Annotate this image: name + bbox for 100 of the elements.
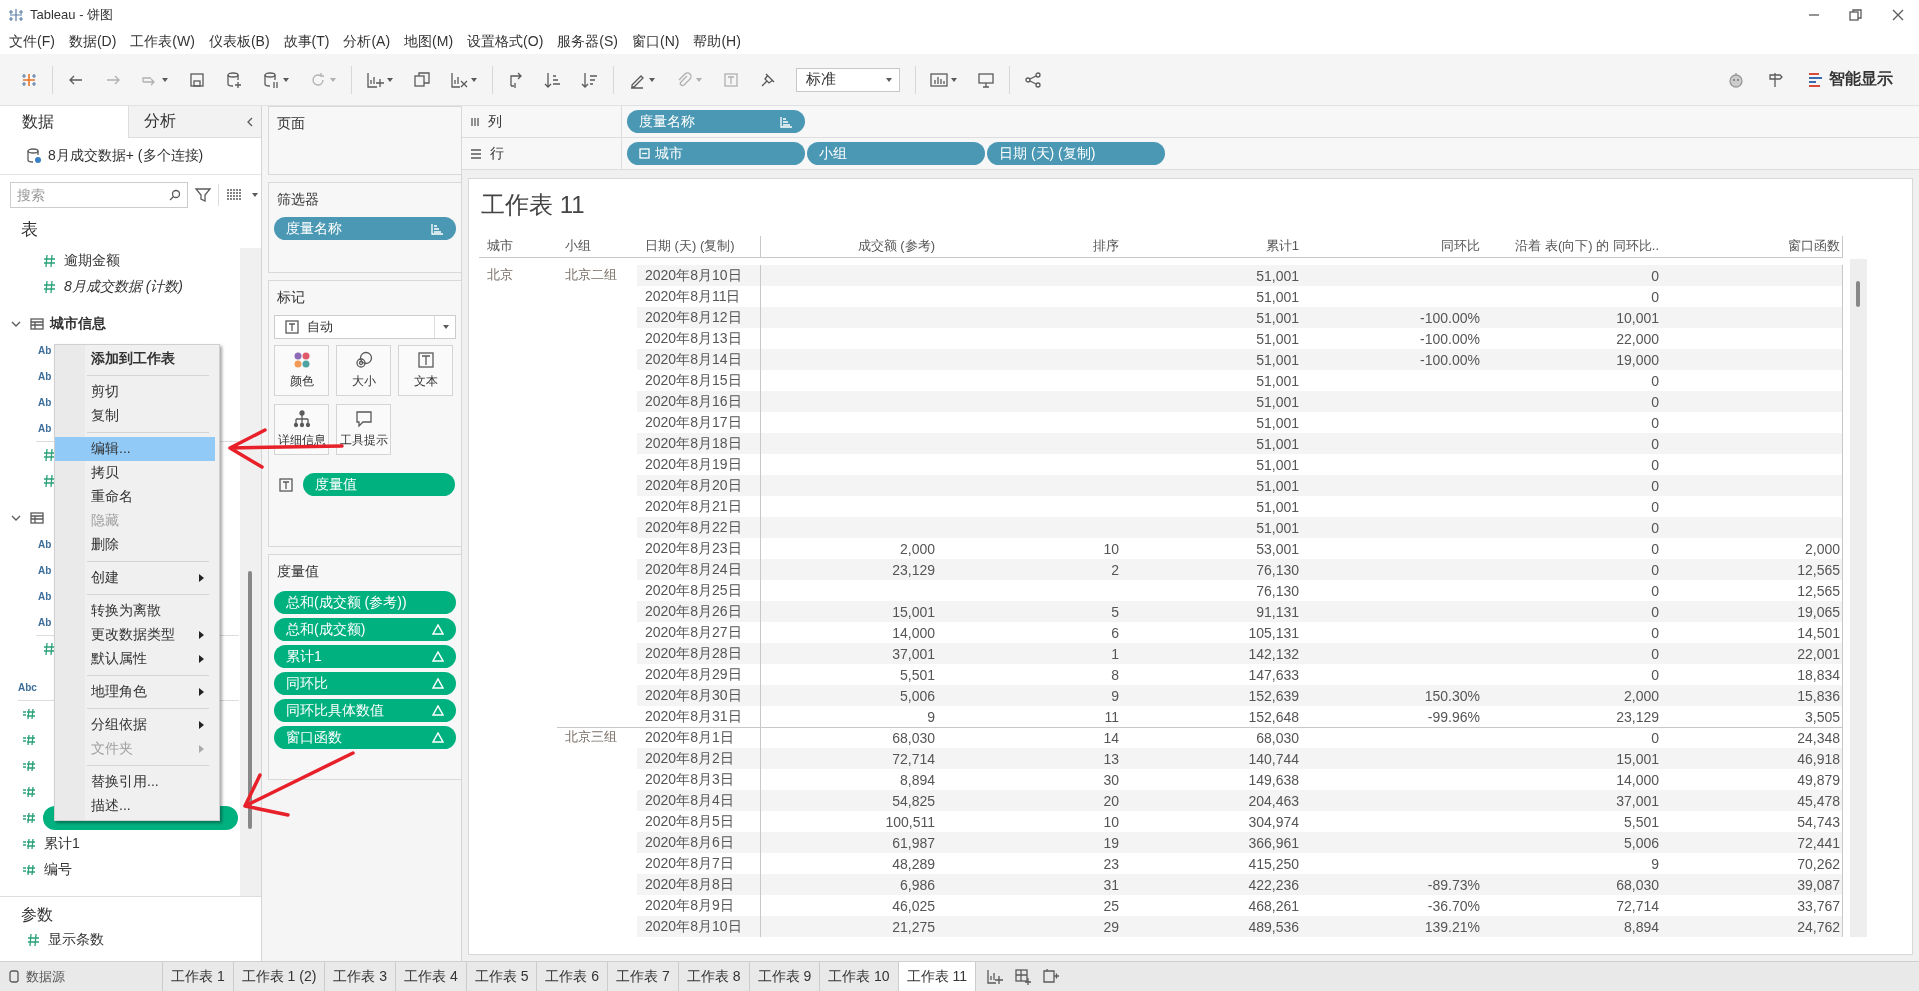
column-header[interactable]: 累计1 — [1121, 236, 1301, 258]
pause-icon[interactable] — [262, 70, 280, 89]
marks-button[interactable]: 工具提示 — [336, 404, 391, 455]
data-source-name[interactable]: 8月成交数据+ (多个连接) — [48, 147, 204, 165]
menu-item[interactable]: 重命名 — [55, 485, 215, 509]
sheet-tab[interactable]: 工作表 4 — [396, 962, 467, 991]
menu-item[interactable]: 分析(A) — [336, 33, 398, 51]
submenu-arrow-icon[interactable] — [198, 573, 205, 583]
duplicate-icon[interactable] — [413, 70, 431, 89]
column-header[interactable]: 窗口函数 — [1661, 236, 1843, 258]
sort-icon[interactable] — [430, 222, 444, 235]
column-header[interactable]: 城市 — [479, 236, 557, 258]
close-icon[interactable] — [1891, 9, 1905, 21]
search-icon[interactable] — [168, 189, 180, 201]
text-encoding-icon[interactable] — [279, 477, 293, 492]
sheet-tab[interactable]: 工作表 6 — [537, 962, 609, 991]
field-name[interactable]: 逾期金额 — [64, 252, 120, 270]
field-name[interactable]: 8月成交数据 (计数) — [64, 278, 183, 296]
sheet-tab[interactable]: 工作表 5 — [466, 962, 538, 991]
menu-item[interactable]: 故事(T) — [276, 33, 337, 51]
add-data-source-icon[interactable] — [225, 70, 243, 89]
menu-item[interactable]: 帮助(H) — [686, 33, 748, 51]
submenu-arrow-icon[interactable] — [198, 720, 205, 730]
caret-icon[interactable] — [282, 75, 290, 84]
menu-item[interactable]: 编辑... — [55, 437, 215, 461]
menu-item[interactable]: 默认属性 — [55, 647, 215, 671]
menu-item[interactable]: 描述... — [55, 794, 215, 818]
caret-icon[interactable] — [950, 75, 958, 84]
data-source-tab[interactable]: 数据源 — [0, 962, 163, 991]
fit-dropdown[interactable]: 标准 — [796, 67, 900, 92]
menu-item[interactable]: 数据(D) — [61, 33, 124, 51]
caret-icon[interactable] — [251, 191, 259, 199]
column-header[interactable]: 同环比 — [1301, 236, 1482, 258]
scrollbar-thumb[interactable] — [1856, 281, 1860, 307]
caret-icon[interactable] — [885, 75, 893, 84]
menu-item[interactable]: 复制 — [55, 404, 215, 428]
share-icon[interactable] — [1024, 70, 1042, 89]
column-header[interactable]: 排序 — [937, 236, 1121, 258]
menu-item[interactable]: 分组依据 — [55, 713, 215, 737]
marks-button[interactable]: 文本 — [398, 345, 453, 396]
marks-button[interactable]: 详细信息 — [274, 404, 329, 455]
sheet-tab[interactable]: 工作表 3 — [325, 962, 397, 991]
signpost-icon[interactable] — [1767, 70, 1785, 89]
submenu-arrow-icon[interactable] — [198, 630, 205, 640]
sheet-tab[interactable]: 工作表 1 — [163, 962, 234, 991]
new-worksheet-icon[interactable] — [986, 967, 1005, 986]
field-name[interactable]: 显示条数 — [48, 931, 104, 949]
scrollbar-thumb[interactable] — [248, 571, 252, 829]
sheet-tab[interactable]: 工作表 8 — [678, 962, 750, 991]
menu-item[interactable]: 更改数据类型 — [55, 623, 215, 647]
table-name[interactable]: 城市信息 — [50, 315, 106, 333]
sheet-tab[interactable]: 工作表 11 — [898, 962, 977, 991]
sort-ascending-icon[interactable] — [544, 70, 562, 89]
marks-button[interactable]: 颜色 — [274, 345, 329, 396]
filter-icon[interactable] — [194, 186, 212, 204]
menu-item[interactable]: 服务器(S) — [550, 33, 625, 51]
menu-item[interactable]: 地图(M) — [397, 33, 461, 51]
clear-sheet-icon[interactable] — [450, 70, 468, 89]
new-worksheet-icon[interactable] — [366, 70, 384, 89]
column-header[interactable]: 日期 (天) (复制) — [637, 236, 761, 258]
sheet-tab[interactable]: 工作表 1 (2) — [233, 962, 326, 991]
sheet-tab[interactable]: 工作表 9 — [749, 962, 821, 991]
new-dashboard-icon[interactable] — [1014, 967, 1033, 986]
column-header[interactable]: 沿着 表(向下) 的 同环比.. — [1482, 236, 1661, 258]
collapse-icon[interactable] — [245, 115, 255, 128]
menu-item[interactable]: 仪表板(B) — [201, 33, 277, 51]
submenu-arrow-icon[interactable] — [198, 687, 205, 697]
sort-icon[interactable] — [779, 115, 793, 128]
marks-button[interactable]: 大小 — [336, 345, 391, 396]
restore-icon[interactable] — [1849, 9, 1863, 21]
sort-descending-icon[interactable] — [581, 70, 599, 89]
column-header[interactable]: 成交额 (参考) — [761, 236, 937, 258]
menu-item[interactable]: 文件(F) — [2, 33, 62, 51]
menu-item[interactable]: 窗口(N) — [625, 33, 687, 51]
menu-item[interactable]: 创建 — [55, 566, 215, 590]
mark-type-dropdown[interactable]: 自动 — [274, 315, 456, 339]
search-field[interactable]: 搜索 — [10, 182, 188, 208]
caret-icon[interactable] — [442, 323, 450, 331]
robot-icon[interactable] — [1727, 70, 1745, 89]
menu-item[interactable]: 工作表(W) — [123, 33, 202, 51]
caret-icon[interactable] — [161, 75, 169, 84]
submenu-arrow-icon[interactable] — [198, 654, 205, 664]
field-name[interactable]: 编号 — [44, 861, 72, 879]
menu-item[interactable]: 添加到工作表 — [55, 347, 215, 371]
pane-tab[interactable]: 分析 — [127, 106, 261, 138]
bar-chart-icon[interactable] — [930, 70, 948, 89]
caret-icon[interactable] — [648, 75, 656, 84]
sheet-tab[interactable]: 工作表 7 — [608, 962, 679, 991]
column-header[interactable]: 小组 — [557, 236, 637, 258]
menu-item[interactable]: 设置格式(O) — [460, 33, 551, 51]
menu-item[interactable]: 替换引用... — [55, 770, 215, 794]
caret-icon[interactable] — [386, 75, 394, 84]
presentation-icon[interactable] — [977, 70, 995, 89]
collapse-icon[interactable] — [639, 148, 650, 159]
caret-icon[interactable] — [470, 75, 478, 84]
field-name[interactable]: 累计1 — [44, 835, 80, 853]
menu-item[interactable]: 删除 — [55, 533, 215, 557]
menu-item[interactable]: 剪切 — [55, 380, 215, 404]
save-icon[interactable] — [188, 70, 206, 89]
menu-item[interactable]: 转换为离散 — [55, 599, 215, 623]
